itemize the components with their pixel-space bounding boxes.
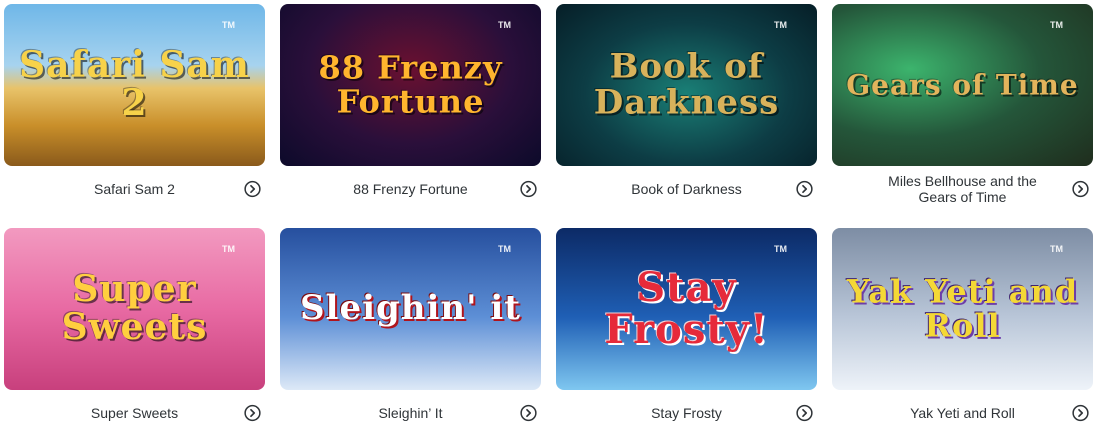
game-title[interactable]: Yak Yeti and Roll — [832, 405, 1093, 421]
card-caption-row: Book of Darkness — [556, 166, 817, 211]
game-card[interactable]: Stay Frosty! TM Stay Frosty — [556, 228, 817, 435]
game-thumbnail[interactable]: Super Sweets TM — [4, 228, 265, 390]
trademark-mark: TM — [1050, 244, 1063, 254]
card-caption-row: Miles Bellhouse and the Gears of Time — [832, 166, 1093, 211]
trademark-mark: TM — [222, 244, 235, 254]
thumbnail-logo-text: 88 Frenzy Fortune — [318, 48, 503, 120]
thumbnail-logo-text: Book of Darkness — [593, 46, 780, 122]
thumbnail-logo-text: Gears of Time — [846, 68, 1079, 102]
trademark-mark: TM — [222, 20, 235, 30]
game-card[interactable]: 88 Frenzy Fortune TM 88 Frenzy Fortune — [280, 4, 541, 211]
chevron-circle-right-icon[interactable] — [244, 404, 261, 421]
thumbnail-logo-text: Safari Sam 2 — [19, 44, 250, 124]
game-thumbnail[interactable]: Gears of Time TM — [832, 4, 1093, 166]
chevron-circle-right-icon[interactable] — [796, 180, 813, 197]
trademark-mark: TM — [498, 244, 511, 254]
card-caption-row: Yak Yeti and Roll — [832, 390, 1093, 435]
game-card[interactable]: Safari Sam 2 TM Safari Sam 2 — [4, 4, 265, 211]
thumbnail-logo-text: Sleighin' it — [299, 288, 521, 329]
trademark-mark: TM — [1050, 20, 1063, 30]
game-thumbnail[interactable]: Sleighin' it TM — [280, 228, 541, 390]
game-card[interactable]: Yak Yeti and Roll TM Yak Yeti and Roll — [832, 228, 1093, 435]
game-card[interactable]: Gears of Time TM Miles Bellhouse and the… — [832, 4, 1093, 211]
card-caption-row: Safari Sam 2 — [4, 166, 265, 211]
game-title[interactable]: Safari Sam 2 — [4, 181, 265, 197]
chevron-circle-right-icon[interactable] — [520, 404, 537, 421]
trademark-mark: TM — [498, 20, 511, 30]
game-thumbnail[interactable]: Yak Yeti and Roll TM — [832, 228, 1093, 390]
card-caption-row: Sleighin’ It — [280, 390, 541, 435]
chevron-circle-right-icon[interactable] — [520, 180, 537, 197]
game-thumbnail[interactable]: Stay Frosty! TM — [556, 228, 817, 390]
chevron-circle-right-icon[interactable] — [1072, 404, 1089, 421]
thumbnail-logo-text: Super Sweets — [61, 268, 208, 348]
game-title[interactable]: Stay Frosty — [556, 405, 817, 421]
game-title[interactable]: 88 Frenzy Fortune — [280, 181, 541, 197]
chevron-circle-right-icon[interactable] — [244, 180, 261, 197]
game-thumbnail[interactable]: Book of Darkness TM — [556, 4, 817, 166]
game-thumbnail[interactable]: Safari Sam 2 TM — [4, 4, 265, 166]
chevron-circle-right-icon[interactable] — [796, 404, 813, 421]
game-title[interactable]: Book of Darkness — [556, 181, 817, 197]
card-caption-row: Super Sweets — [4, 390, 265, 435]
game-grid: Safari Sam 2 TM Safari Sam 2 88 Frenzy F… — [4, 4, 1097, 435]
game-card[interactable]: Book of Darkness TM Book of Darkness — [556, 4, 817, 211]
thumbnail-logo-text: Stay Frosty! — [604, 264, 769, 353]
thumbnail-logo-text: Yak Yeti and Roll — [846, 272, 1079, 344]
chevron-circle-right-icon[interactable] — [1072, 180, 1089, 197]
game-thumbnail[interactable]: 88 Frenzy Fortune TM — [280, 4, 541, 166]
card-caption-row: Stay Frosty — [556, 390, 817, 435]
game-title[interactable]: Miles Bellhouse and the Gears of Time — [832, 173, 1093, 205]
game-card[interactable]: Sleighin' it TM Sleighin’ It — [280, 228, 541, 435]
trademark-mark: TM — [774, 20, 787, 30]
trademark-mark: TM — [774, 244, 787, 254]
game-title[interactable]: Super Sweets — [4, 405, 265, 421]
game-card[interactable]: Super Sweets TM Super Sweets — [4, 228, 265, 435]
card-caption-row: 88 Frenzy Fortune — [280, 166, 541, 211]
game-title[interactable]: Sleighin’ It — [280, 405, 541, 421]
